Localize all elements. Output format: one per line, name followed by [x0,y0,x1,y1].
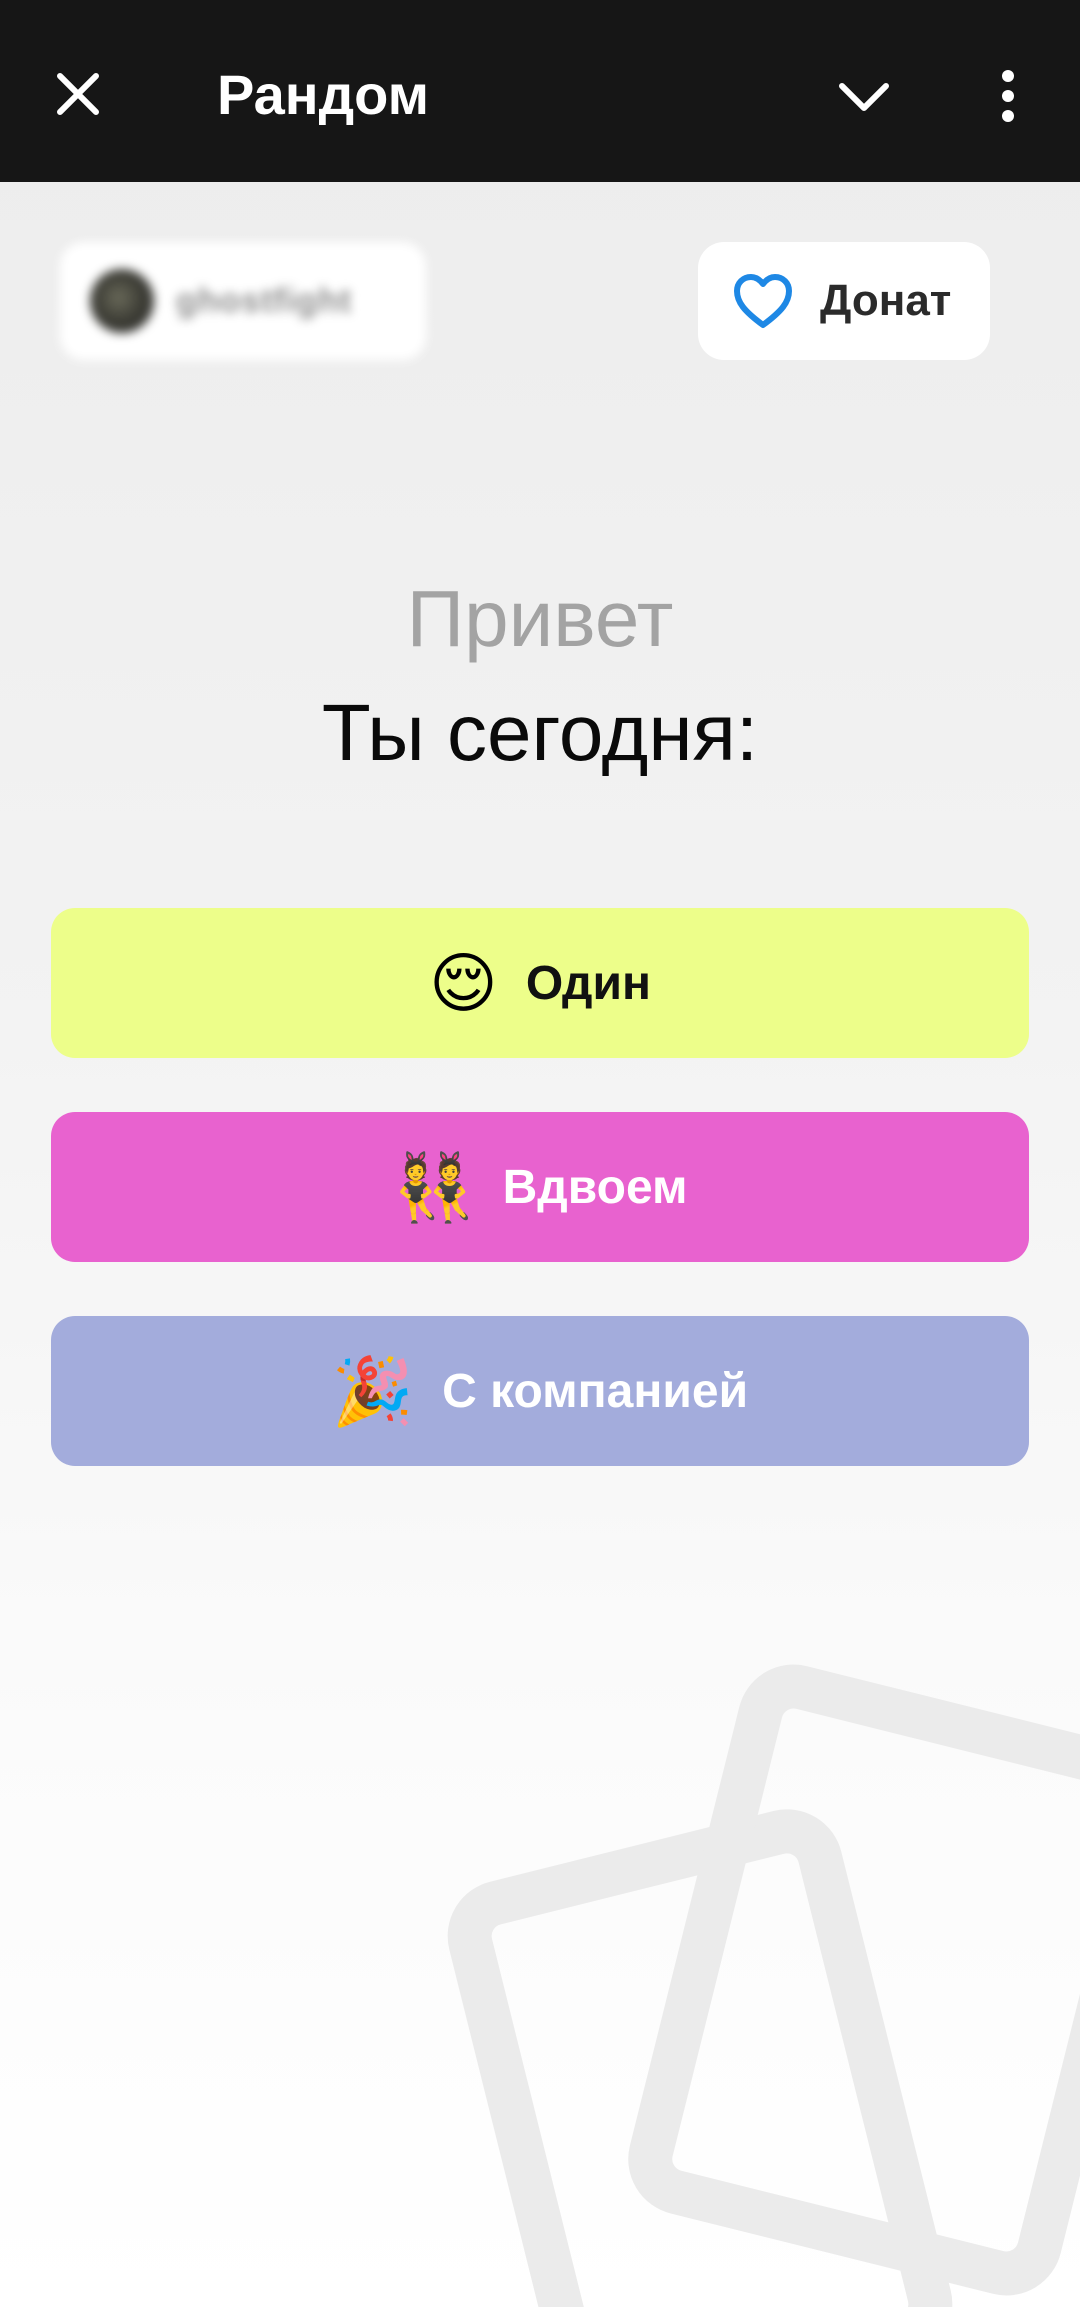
mode-duo-button[interactable]: 👯 Вдвоем [51,1112,1029,1262]
relieved-face-icon: 😌 [429,946,498,1020]
dancers-icon: 👯 [392,1150,475,1224]
app-bar: Рандом [0,0,1080,182]
mode-solo-label: Один [525,956,651,1010]
user-profile-chip[interactable]: ghostfight [60,242,426,360]
mode-group-label: С компанией [442,1364,749,1418]
party-popper-icon: 🎉 [331,1354,415,1428]
avatar [90,269,154,333]
app-title: Рандом [217,63,430,126]
donate-button[interactable]: Донат [698,242,990,360]
heart-icon [734,274,792,328]
mode-solo-button[interactable]: 😌 Один [51,908,1029,1058]
username: ghostfight [176,281,353,320]
close-icon[interactable] [50,66,106,122]
greeting-hello: Привет [406,574,674,663]
mode-group-button[interactable]: 🎉 С компанией [51,1316,1029,1466]
more-vert-icon[interactable] [995,68,1021,124]
donate-label: Донат [820,276,952,325]
greeting-question: Ты сегодня: [321,688,759,777]
mode-duo-label: Вдвоем [502,1160,688,1214]
chevron-down-icon[interactable] [836,70,892,126]
